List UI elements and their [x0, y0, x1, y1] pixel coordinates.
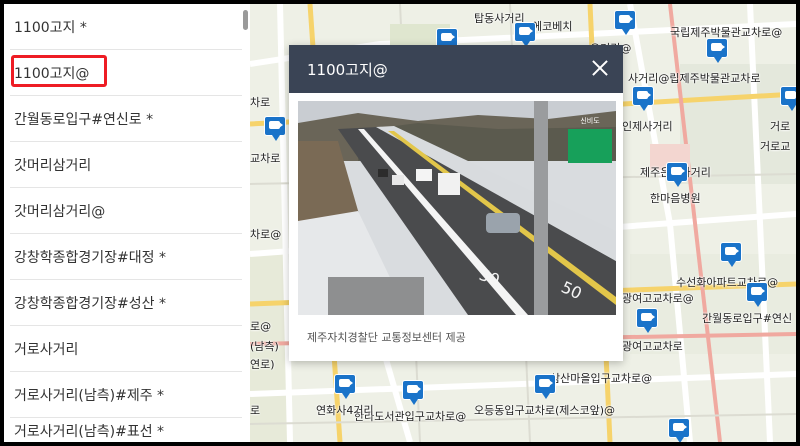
map-label: 차로 — [250, 96, 271, 109]
map-label: (남측) — [250, 340, 279, 353]
map-label: 거로 — [770, 120, 791, 133]
camera-icon — [785, 91, 796, 99]
camera-marker[interactable] — [334, 374, 356, 400]
list-item-label: 간월동로입구#연신로 * — [14, 111, 154, 128]
camera-marker[interactable] — [614, 10, 636, 36]
camera-icon — [673, 423, 687, 431]
list-item[interactable]: 강창학종합경기장#성산 * — [10, 280, 242, 326]
camera-icon — [539, 379, 553, 387]
camera-icon — [641, 313, 655, 321]
camera-icon — [671, 167, 685, 175]
scrollbar-thumb[interactable] — [243, 10, 248, 30]
map-label: 로@ — [250, 320, 272, 333]
camera-marker[interactable] — [668, 418, 690, 442]
camera-marker[interactable] — [636, 308, 658, 334]
camera-marker[interactable] — [666, 162, 688, 188]
camera-marker[interactable] — [706, 38, 728, 64]
camera-icon — [269, 121, 283, 129]
map-label: 로 — [250, 404, 261, 417]
camera-marker[interactable] — [264, 116, 286, 142]
list-item[interactable]: 강창학종합경기장#대정 * — [10, 234, 242, 280]
list-item[interactable]: 간월동로입구#연신로 * — [10, 96, 242, 142]
list-item-label: 거로사거리(남측)#제주 * — [14, 387, 165, 404]
list-item-label: 1100고지 * — [14, 19, 87, 36]
camera-icon — [339, 379, 353, 387]
map-label: 삼산마을입구교차로@ — [550, 372, 653, 385]
cctv-image: 신비도 50 50 — [298, 101, 616, 315]
camera-icon — [637, 91, 651, 99]
popup-title: 1100고지@ — [307, 61, 388, 79]
list-item-label: 강창학종합경기장#대정 * — [14, 249, 166, 266]
camera-icon — [619, 15, 633, 23]
list-item-label: 갓머리삼거리 — [14, 157, 92, 174]
camera-icon — [407, 385, 421, 393]
map-label: 거로교 — [760, 140, 791, 153]
map-label: 광여고교차로 — [622, 340, 683, 353]
camera-marker[interactable] — [534, 374, 556, 400]
popup-caption: 제주자치경찰단 교통정보센터 제공 — [307, 331, 466, 344]
list-item-label: 1100고지@ — [14, 65, 90, 82]
sign-text: 신비도 — [580, 116, 600, 125]
list-item[interactable]: 갓머리삼거리@ — [10, 188, 242, 234]
map-label: 연로) — [250, 358, 275, 371]
map-label: 사거리@립제주박물관교차로 — [628, 72, 761, 85]
camera-marker[interactable] — [720, 242, 742, 268]
camera-icon — [519, 27, 533, 35]
camera-marker[interactable] — [632, 86, 654, 112]
list-item[interactable]: 거로사거리 — [10, 326, 242, 372]
camera-icon — [751, 287, 765, 295]
camera-icon — [725, 247, 739, 255]
map-label: 광여고교차로@ — [622, 292, 694, 305]
map-label: 교차로 — [250, 152, 281, 165]
window-frame: 1100고지 * 1100고지@ 간월동로입구#연신로 * 갓머리삼거리 갓머리… — [0, 0, 800, 446]
list-item[interactable]: 1100고지 * — [10, 4, 242, 50]
map-label: 간월동로입구#연신 — [702, 312, 793, 325]
list-item[interactable]: 거로사거리(남측)#표선 * — [10, 408, 242, 442]
camera-marker[interactable] — [746, 282, 768, 308]
map-label: 연화사4거리 — [316, 404, 374, 417]
cctv-list-panel: 1100고지 * 1100고지@ 간월동로입구#연신로 * 갓머리삼거리 갓머리… — [4, 4, 250, 442]
close-icon[interactable] — [589, 57, 611, 79]
list-item-label: 거로사거리 — [14, 341, 79, 358]
list-item-selected[interactable]: 1100고지@ — [10, 50, 242, 96]
camera-icon — [711, 43, 725, 51]
cctv-popup: 1100고지@ 신비도 50 50 제주자치경찰단 교통정보센터 제공 — [289, 45, 623, 361]
cctv-road-scene: 신비도 50 50 — [298, 101, 616, 315]
popup-header: 1100고지@ — [289, 45, 623, 93]
map-label: 차로@ — [250, 228, 282, 241]
list-item-label: 거로사거리(남측)#표선 * — [14, 423, 165, 440]
list-item-label: 강창학종합경기장#성산 * — [14, 295, 166, 312]
camera-icon — [441, 33, 455, 41]
map-label: 한마음병원 — [650, 192, 701, 205]
map-label: 에코베치 — [532, 20, 573, 33]
map-label: 오등동입구교차로(제스코앞)@ — [474, 404, 616, 417]
list-item-label: 갓머리삼거리@ — [14, 203, 106, 220]
camera-marker[interactable] — [402, 380, 424, 406]
map-label: 인제사거리 — [622, 120, 673, 133]
camera-marker[interactable] — [780, 86, 796, 112]
list-item[interactable]: 갓머리삼거리 — [10, 142, 242, 188]
